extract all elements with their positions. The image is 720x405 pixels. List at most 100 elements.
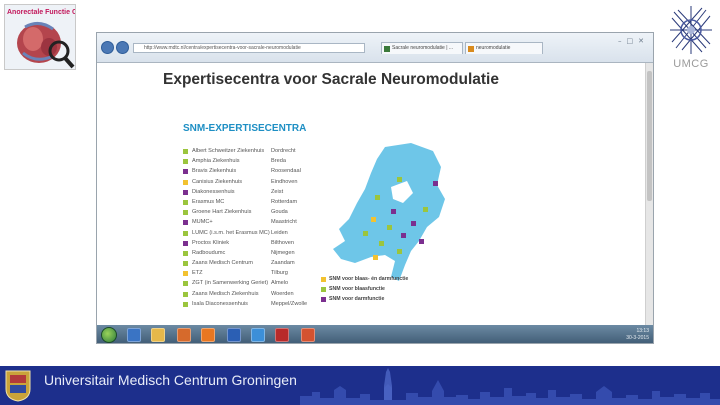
center-row: Radboudumc Nijmegen (183, 249, 333, 259)
center-city: Zeist (271, 188, 284, 195)
anorectal-center-logo: Anorectale Functie Centrum (4, 4, 76, 70)
center-color-marker (183, 179, 188, 185)
outlook-icon[interactable] (201, 328, 215, 342)
window-controls[interactable]: –□✕ (618, 37, 649, 45)
footer-institution-name: Universitair Medisch Centrum Groningen (44, 372, 297, 388)
center-color-marker (183, 291, 188, 297)
center-color-marker (183, 199, 188, 205)
center-name: Radboudumc (192, 249, 226, 256)
address-bar[interactable]: http://www.mdtc.nl/centra/expertisecentr… (133, 43, 365, 53)
vertical-scrollbar[interactable] (645, 63, 653, 325)
legend-color-swatch (321, 277, 326, 282)
center-name: Groene Hart Ziekenhuis (192, 209, 252, 216)
center-row: Erasmus MC Rotterdam (183, 198, 333, 208)
media-player-icon[interactable] (177, 328, 191, 342)
center-city: Woerden (271, 290, 294, 297)
tab-favicon-icon (384, 46, 390, 52)
center-city: Meppel/Zwolle (271, 300, 308, 307)
center-city: Rotterdam (271, 198, 298, 205)
center-row: Diakonessenhuis Zeist (183, 188, 333, 198)
powerpoint-icon[interactable] (301, 328, 315, 342)
logo-text: Anorectale Functie Centrum (7, 9, 75, 16)
presentation-slide: Anorectale Functie Centrum UMCG (0, 0, 720, 405)
clock-time: 13:13 (636, 328, 649, 334)
netherlands-map (333, 143, 445, 281)
map-location-marker (391, 209, 396, 214)
center-city: Almelo (271, 280, 289, 287)
center-name: Isala Diaconessenhuis (192, 300, 248, 307)
center-color-marker (183, 220, 188, 226)
section-title: SNM-EXPERTISECENTRA (183, 123, 307, 134)
legend-color-swatch (321, 297, 326, 302)
center-city: Tilburg (271, 270, 288, 277)
internet-explorer-icon[interactable] (127, 328, 141, 342)
legend-label: SNM voor blaas- én darmfunctie (329, 276, 409, 282)
center-city: Breda (271, 158, 286, 165)
center-name: Amphia Ziekenhuis (192, 158, 240, 165)
center-color-marker (183, 261, 188, 267)
center-color-marker (183, 230, 188, 236)
center-row: Groene Hart Ziekenhuis Gouda (183, 208, 333, 218)
browser-toolbar: http://www.mdtc.nl/centra/expertisecentr… (97, 33, 653, 63)
center-color-marker (183, 169, 188, 175)
center-name: Canisius Ziekenhuis (192, 178, 243, 185)
center-name: Zaans Medisch Centrum (192, 260, 253, 267)
back-button[interactable] (101, 41, 114, 54)
map-location-marker (387, 225, 392, 230)
center-name: Proctos Kliniek (192, 239, 229, 246)
center-name: Albert Schweitzer Ziekenhuis (192, 148, 265, 154)
center-color-marker (183, 210, 188, 216)
system-tray-clock[interactable]: 13:13 30-3-2015 (626, 328, 649, 342)
center-name: Erasmus MC (192, 198, 225, 205)
center-city: Eindhoven (271, 178, 298, 185)
map-location-marker (419, 239, 424, 244)
footer-banner: Universitair Medisch Centrum Groningen (0, 366, 720, 405)
center-row: LUMC (i.s.m. het Erasmus MC) Leiden (183, 229, 333, 239)
map-location-marker (397, 249, 402, 254)
center-row: Canisius Ziekenhuis Eindhoven (183, 178, 333, 188)
tab-sacrale-neuromodulatie[interactable]: Sacrale neuromodulatie | ... (381, 42, 463, 54)
map-location-marker (379, 241, 384, 246)
tab-label: Sacrale neuromodulatie | ... (392, 45, 454, 51)
start-button[interactable] (101, 327, 117, 343)
center-row: Zaans Medisch Ziekenhuis Woerden (183, 290, 333, 300)
tab-favicon-icon (468, 46, 474, 52)
browser-icon[interactable] (251, 328, 265, 342)
map-location-marker (371, 217, 376, 222)
center-city: Roosendaal (271, 168, 301, 175)
clock-date: 30-3-2015 (626, 335, 649, 341)
forward-button[interactable] (116, 41, 129, 54)
expertise-center-list: Albert Schweitzer Ziekenhuis Dordrecht Amp… (183, 147, 333, 310)
center-row: ETZ Tilburg (183, 269, 333, 279)
center-name: Bravis Ziekenhuis (192, 168, 237, 175)
map-location-marker (375, 195, 380, 200)
center-color-marker (183, 271, 188, 277)
acrobat-icon[interactable] (275, 328, 289, 342)
center-color-marker (183, 149, 188, 154)
center-name: ETZ (192, 270, 203, 277)
scrollbar-thumb[interactable] (647, 71, 652, 201)
umcg-logo: UMCG (666, 4, 716, 70)
center-row: Bravis Ziekenhuis Roosendaal (183, 167, 333, 177)
center-row: ZGT (in Samenwerking Geriet) Almelo (183, 279, 333, 289)
center-color-marker (183, 250, 188, 256)
center-name: Diakonessenhuis (192, 188, 235, 195)
center-row: MUMC+ Maastricht (183, 218, 333, 228)
center-name: MUMC+ (192, 219, 213, 226)
file-explorer-icon[interactable] (151, 328, 165, 342)
center-row: Amphia Ziekenhuis Breda (183, 157, 333, 167)
map-location-marker (363, 231, 368, 236)
center-color-marker (183, 301, 188, 307)
embedded-browser-screenshot: http://www.mdtc.nl/centra/expertisecentr… (96, 32, 654, 344)
center-name: LUMC (i.s.m. het Erasmus MC) (192, 229, 270, 236)
center-color-marker (183, 189, 188, 195)
university-crest-icon (5, 370, 31, 402)
windows-taskbar: 13:13 30-3-2015 (97, 325, 653, 343)
page-title: Expertisecentra voor Sacrale Neuromodula… (163, 71, 499, 88)
tab-neuromodulatie[interactable]: neuromodulatie (465, 42, 543, 54)
word-icon[interactable] (227, 328, 241, 342)
center-city: Gouda (271, 209, 288, 216)
map-location-marker (423, 207, 428, 212)
center-color-marker (183, 240, 188, 246)
map-location-marker (401, 233, 406, 238)
